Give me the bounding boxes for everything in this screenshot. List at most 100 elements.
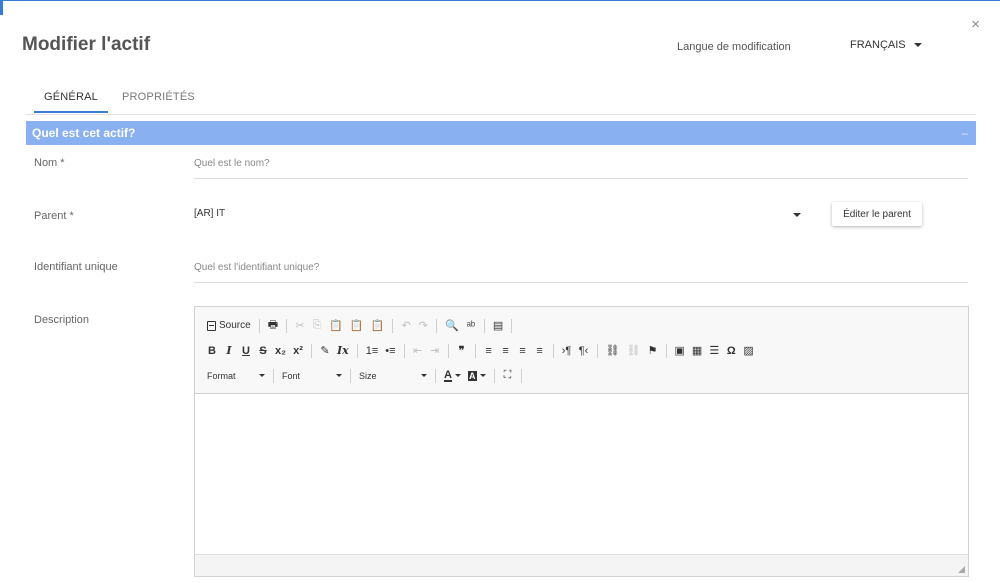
chevron-down-icon [913,43,922,47]
divider [435,368,436,383]
find-icon[interactable]: 🔍 [443,317,461,335]
image-icon[interactable]: ▨ [741,342,755,360]
horizontal-rule-icon[interactable]: ☰ [707,342,721,360]
paste-text-icon[interactable]: 📋 [348,317,366,335]
font-label: Font [282,370,301,381]
close-icon[interactable]: × [971,17,980,32]
editor-toolbar: Source 🖶 ✂ ⎘ 📋 📋 📋 ↶ ↷ 🔍 ᵃᵇ ▤ B I U S x₂… [195,307,968,394]
text-color-icon[interactable]: A [442,367,463,385]
language-select[interactable]: FRANÇAIS [850,39,922,51]
uid-label: Identifiant unique [34,261,118,273]
editor-content-area[interactable] [195,394,968,554]
resize-handle-icon[interactable] [958,566,965,573]
rtl-icon[interactable]: ¶‹ [577,342,591,360]
blockquote-icon[interactable]: ❞ [455,342,469,360]
outdent-icon[interactable]: ⇤ [411,342,425,360]
divider [447,343,449,358]
edit-parent-button[interactable]: Éditer le parent [832,202,922,226]
source-button[interactable]: Source [205,317,253,335]
divider [665,343,667,358]
divider [356,343,358,358]
name-field[interactable]: Quel est le nom? [194,158,968,179]
size-select[interactable]: Size [357,371,429,381]
superscript-icon[interactable]: x² [291,342,305,360]
indent-icon[interactable]: ⇥ [428,342,442,360]
strikethrough-icon[interactable]: S [256,342,270,360]
section-header[interactable]: Quel est cet actif? – [26,121,976,145]
format-select[interactable]: Format [205,371,267,381]
accent-strip [0,1,3,15]
print-icon[interactable]: 🖶 [266,317,280,335]
divider [392,318,394,333]
bulleted-list-icon[interactable]: •≡ [383,342,397,360]
source-icon [207,320,216,331]
divider [350,368,351,383]
undo-icon[interactable]: ↶ [399,317,413,335]
align-left-icon[interactable]: ≡ [482,342,496,360]
link-icon[interactable]: ⛓ [604,342,622,360]
divider [286,318,288,333]
toolbar-row-1: Source 🖶 ✂ ⎘ 📋 📋 📋 ↶ ↷ 🔍 ᵃᵇ ▤ [205,313,958,338]
justify-icon[interactable]: ≡ [533,342,547,360]
divider [552,343,554,358]
flash-icon[interactable]: ▣ [673,342,687,360]
divider [311,343,313,358]
divider [483,318,485,333]
align-right-icon[interactable]: ≡ [516,342,530,360]
divider [474,343,476,358]
tab-properties[interactable]: PROPRIÉTÉS [122,91,195,111]
format-label: Format [207,370,236,381]
font-select[interactable]: Font [280,371,344,381]
divider [493,368,495,383]
divider [403,343,405,358]
rich-text-editor: Source 🖶 ✂ ⎘ 📋 📋 📋 ↶ ↷ 🔍 ᵃᵇ ▤ B I U S x₂… [194,306,969,577]
parent-select[interactable]: [AR] IT [194,208,804,219]
edit-asset-dialog: × Modifier l'actif Langue de modificatio… [0,0,1000,583]
ltr-icon[interactable]: ›¶ [560,342,574,360]
toolbar-row-3: Format Font Size A A ⛶ [205,363,958,388]
source-label: Source [219,320,251,331]
paste-word-icon[interactable]: 📋 [368,317,386,335]
align-center-icon[interactable]: ≡ [499,342,513,360]
numbered-list-icon[interactable]: 1≡ [364,342,381,360]
cut-icon[interactable]: ✂ [293,317,307,335]
tab-bar: GÉNÉRAL PROPRIÉTÉS [26,84,976,115]
chevron-down-icon [421,374,427,377]
name-label: Nom * [34,157,65,169]
divider [258,318,260,333]
underline-icon[interactable]: U [239,342,253,360]
size-label: Size [359,370,377,381]
paste-icon[interactable]: 📋 [327,317,345,335]
copy-format-icon[interactable]: ✎ [318,342,332,360]
chevron-down-icon[interactable] [793,213,801,217]
background-color-icon[interactable]: A [466,367,488,385]
divider [273,368,274,383]
toolbar-row-2: B I U S x₂ x² ✎ Ix 1≡ •≡ ⇤ ⇥ ❞ ≡ ≡ ≡ ≡ ›… [205,338,958,363]
tab-general[interactable]: GÉNÉRAL [34,91,108,113]
remove-format-icon[interactable]: Ix [335,342,351,360]
redo-icon[interactable]: ↷ [416,317,430,335]
uid-field[interactable]: Quel est l'identifiant unique? [194,262,968,283]
template-icon[interactable]: ▤ [491,317,505,335]
language-label: Langue de modification [677,41,791,53]
description-label: Description [34,314,90,326]
anchor-icon[interactable]: ⚑ [646,342,660,360]
collapse-icon[interactable]: – [961,126,968,140]
chevron-down-icon [336,374,342,377]
divider [436,318,438,333]
replace-icon[interactable]: ᵃᵇ [464,317,478,335]
divider [520,368,522,383]
copy-icon[interactable]: ⎘ [310,317,324,335]
dialog-title: Modifier l'actif [22,34,151,55]
italic-icon[interactable]: I [222,342,236,360]
divider [596,343,598,358]
special-char-icon[interactable]: Ω [724,342,738,360]
divider [511,318,513,333]
bold-icon[interactable]: B [205,342,219,360]
table-icon[interactable]: ▦ [690,342,704,360]
subscript-icon[interactable]: x₂ [273,342,288,360]
unlink-icon[interactable]: ⛓ [625,342,643,360]
section-title: Quel est cet actif? [32,126,136,140]
maximize-icon[interactable]: ⛶ [501,367,515,385]
parent-label: Parent * [34,210,74,222]
